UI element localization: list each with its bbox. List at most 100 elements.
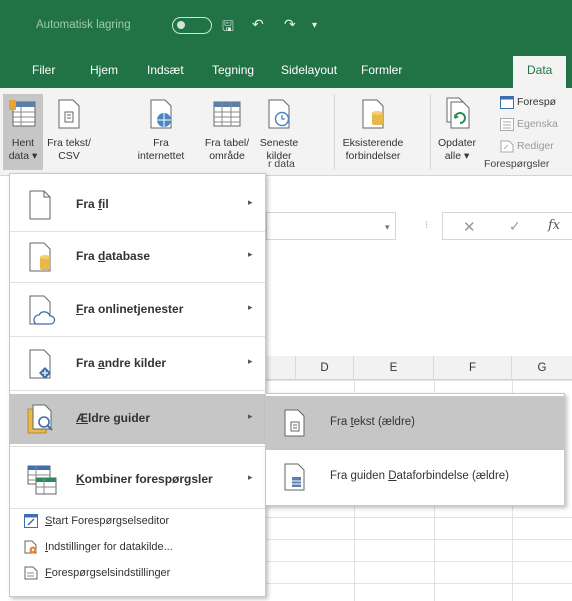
menu-item-fra-fil[interactable]: Fra fil ▸ xyxy=(10,180,265,230)
menu-item-label-pre: Fra xyxy=(76,197,99,211)
opdater-label-1: Opdater xyxy=(438,137,476,149)
menu-item-fra-andre-kilder[interactable]: Fra andre kilder ▸ xyxy=(10,339,265,389)
redo-icon[interactable]: ↷ xyxy=(284,16,296,33)
tab-hjem[interactable]: Hjem xyxy=(90,63,118,77)
autosave-toggle[interactable] xyxy=(172,17,212,34)
opdater-alle-button[interactable]: Opdater alle ▾ xyxy=(433,94,481,163)
menu-item-label-pre: Fra xyxy=(76,249,99,263)
submenu-item-label-pre: Fra guiden xyxy=(330,470,389,482)
menu-item-accesskey: K xyxy=(76,472,85,486)
tab-tegning[interactable]: Tegning xyxy=(212,63,254,77)
ribbon-separator xyxy=(334,94,335,170)
column-header-partial[interactable] xyxy=(266,356,296,380)
fra-internettet-label-2: internettet xyxy=(137,150,185,162)
aeldre-guider-submenu: Fra tekst (ældre) Fra guiden Dataforbind… xyxy=(265,393,565,506)
menu-item-label-post: orespørgselsindstillinger xyxy=(51,567,171,579)
autosave-label: Automatisk lagring xyxy=(36,19,131,31)
fra-tabel-omraade-button[interactable]: Fra tabel/ område xyxy=(201,94,253,163)
menu-item-label-post: il xyxy=(102,197,109,211)
menu-item-aeldre-guider[interactable]: Ældre guider ▸ xyxy=(10,394,265,444)
menu-item-label-post: tart Forespørgselseditor xyxy=(52,515,170,527)
customize-toolbar-icon[interactable]: ▾ xyxy=(312,20,317,31)
menu-item-fra-onlinetjenester[interactable]: Fra onlinetjenester ▸ xyxy=(10,285,265,335)
tab-formler[interactable]: Formler xyxy=(361,63,402,77)
menu-item-indstillinger-datakilde[interactable]: Indstillinger for datakilde... xyxy=(10,536,265,559)
tab-indsaet[interactable]: Indsæt xyxy=(147,63,184,77)
menu-separator xyxy=(10,446,265,447)
tab-data[interactable]: Data xyxy=(513,56,567,88)
eksisterende-label-2: forbindelser xyxy=(345,150,401,162)
table-icon xyxy=(213,101,241,127)
column-header-f[interactable]: F xyxy=(434,356,512,380)
menu-item-label-post: ndstillinger for datakilde... xyxy=(48,541,173,553)
cancel-icon[interactable]: ✕ xyxy=(463,218,476,236)
fra-tabel-label-1: Fra tabel/ xyxy=(204,137,250,149)
grid-line xyxy=(265,561,572,562)
legacy-text-file-icon xyxy=(284,409,305,437)
opdater-label-2: alle ▾ xyxy=(444,150,470,162)
menu-item-label-post: ndre kilder xyxy=(104,356,167,370)
group-label-foresporgsler: Forespørgsler xyxy=(484,158,550,170)
menu-item-label-post: ldre guider xyxy=(88,411,151,425)
tab-sidelayout[interactable]: Sidelayout xyxy=(281,63,337,77)
ribbon-tabs: Filer Hjem Indsæt Tegning Sidelayout For… xyxy=(0,52,572,88)
submenu-item-label-post: ekst (ældre) xyxy=(353,416,416,428)
queries-icon xyxy=(500,96,514,109)
hent-data-button[interactable]: Hent data ▾ xyxy=(3,94,43,170)
title-bar: Automatisk lagring 🖫 ↶ ↷ ▾ xyxy=(0,0,572,52)
submenu-arrow-icon: ▸ xyxy=(248,356,253,366)
combine-queries-icon xyxy=(27,465,57,495)
properties-icon xyxy=(500,118,514,131)
fra-internettet-label-1: Fra xyxy=(153,137,169,149)
menu-item-start-foresporgselseditor[interactable]: Start Forespørgselseditor xyxy=(10,510,265,533)
submenu-arrow-icon: ▸ xyxy=(248,472,253,482)
query-editor-icon xyxy=(24,514,38,528)
tab-filer[interactable]: Filer xyxy=(32,63,55,77)
save-icon[interactable]: 🖫 xyxy=(222,16,234,40)
submenu-item-accesskey: D xyxy=(388,470,397,482)
undo-icon[interactable]: ↶ xyxy=(252,16,264,33)
grid-line xyxy=(265,539,572,540)
menu-item-accesskey: a xyxy=(98,356,105,370)
toggle-knob xyxy=(177,21,185,29)
menu-item-foresporgselsindstillinger[interactable]: Forespørgselsindstillinger xyxy=(10,562,265,585)
eksisterende-forbindelser-button[interactable]: Eksisterende forbindelser xyxy=(338,94,408,163)
menu-item-kombiner-foresporgsler[interactable]: Kombiner forespørgsler ▸ xyxy=(10,455,265,505)
egenskaber-label: Egenska xyxy=(517,118,558,130)
name-box-dropdown-icon[interactable]: ▾ xyxy=(385,222,390,233)
hent-data-label-2: data ▾ xyxy=(8,150,38,162)
seneste-kilder-button[interactable]: Seneste kilder xyxy=(256,94,302,163)
name-box[interactable] xyxy=(266,212,396,240)
column-header-d[interactable]: D xyxy=(296,356,354,380)
grid-line xyxy=(265,380,572,381)
legacy-wizards-icon xyxy=(27,404,53,434)
fra-tabel-label-2: område xyxy=(209,150,245,162)
refresh-all-icon xyxy=(446,97,470,129)
insert-function-icon[interactable]: fx xyxy=(548,218,560,233)
column-header-g[interactable]: G xyxy=(512,356,572,380)
get-data-icon xyxy=(9,100,36,127)
column-header-e[interactable]: E xyxy=(354,356,434,380)
text-file-icon xyxy=(58,99,80,129)
menu-item-label-pre: Fra xyxy=(76,356,99,370)
data-source-settings-icon xyxy=(24,540,37,554)
fra-tekst-csv-button[interactable]: Fra tekst/ CSV xyxy=(46,94,92,163)
existing-connections-icon xyxy=(362,99,384,129)
cloud-file-icon xyxy=(29,295,56,325)
menu-item-fra-database[interactable]: Fra database ▸ xyxy=(10,232,265,282)
submenu-item-label-post: ataforbindelse (ældre) xyxy=(396,470,510,482)
foresporgsler-label: Forespø xyxy=(517,96,557,108)
enter-icon[interactable]: ✓ xyxy=(509,218,521,235)
hent-data-menu: Fra fil ▸ Fra database ▸ Fra onlinetjene… xyxy=(9,173,266,597)
fra-internettet-button[interactable]: Fra internettet xyxy=(131,94,191,163)
submenu-item-fra-tekst-aeldre[interactable]: Fra tekst (ældre) xyxy=(266,396,564,450)
menu-separator xyxy=(10,390,265,391)
database-icon xyxy=(29,242,51,272)
submenu-arrow-icon: ▸ xyxy=(248,411,253,421)
menu-separator xyxy=(10,508,265,509)
submenu-item-fra-guiden-dataforbindelse[interactable]: Fra guiden Dataforbindelse (ældre) xyxy=(266,450,564,504)
formula-bar-dots: ⁝ xyxy=(425,220,429,231)
grid-line xyxy=(265,583,572,584)
submenu-arrow-icon: ▸ xyxy=(248,302,253,312)
menu-item-label-post: ombiner forespørgsler xyxy=(84,472,213,486)
